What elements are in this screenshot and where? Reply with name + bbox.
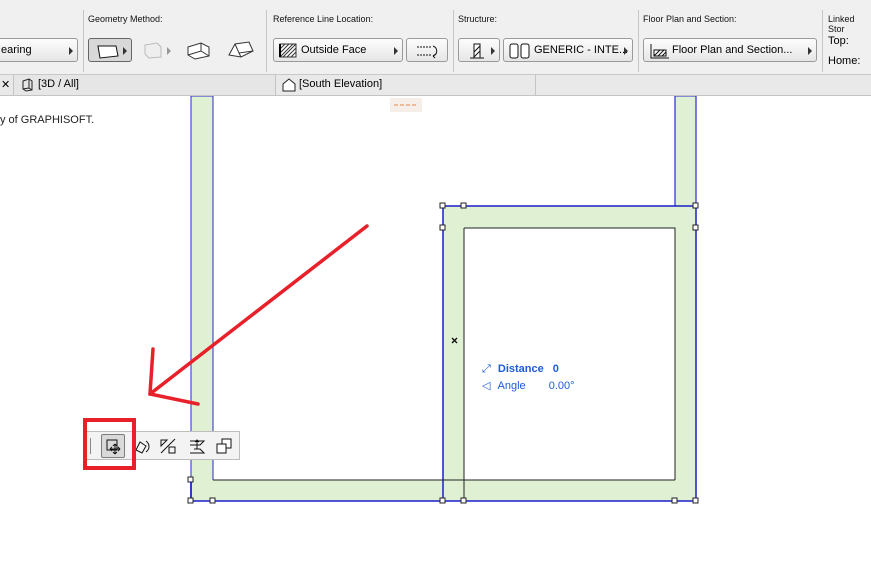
floor-plan-section-dropdown[interactable]: Floor Plan and Section... [643,38,817,62]
slanted-wall-icon[interactable] [225,39,257,61]
angle-icon: ◁ [482,380,491,392]
wall-top-selected [443,206,696,228]
close-icon[interactable]: ✕ [1,78,10,91]
distance-value: 0 [552,363,559,375]
wall-right-selected [675,206,696,501]
elevate-button[interactable] [184,434,208,458]
straight-wall-icon [97,45,119,59]
trapezoid-wall-icon[interactable] [140,39,168,61]
mirror-icon [160,438,176,454]
annotation-arrow [148,224,369,406]
geometry-straight-button[interactable] [88,38,132,62]
floor-plan-title: Floor Plan and Section: [643,14,737,24]
info-box: earing Geometry Method: Reference Line L… [0,8,871,75]
reference-line-value: Outside Face [301,44,367,56]
multiply-icon [216,438,232,454]
linked-home-label: Home: [828,55,861,67]
tab-3d-all[interactable]: [3D / All] [14,75,276,95]
flip-icon [417,45,438,59]
annotation-highlight-box [83,418,136,470]
linked-top-label: Top: [828,35,849,47]
top-toolbar-strip [0,0,871,8]
structure-dropdown[interactable]: GENERIC - INTE... [503,38,633,62]
floor-plan-value: Floor Plan and Section... [672,44,793,56]
separator [822,10,823,72]
structure-value: GENERIC - INTE... [534,44,629,56]
tab-label: [South Elevation] [299,78,383,90]
distance-label: Distance [497,363,544,375]
wall-inner-left-selected [443,206,464,501]
separator [638,10,639,72]
dropdown-arrow-icon [69,47,73,55]
dropdown-arrow-icon [123,47,127,55]
tracker-distance: ⤢ Distance 0 [482,363,559,376]
composite-icon [509,43,530,59]
dropdown-arrow-icon [491,47,495,55]
basic-structure-icon [470,43,484,59]
structure-type-button[interactable] [458,38,500,62]
flip-reference-line-button[interactable] [406,38,448,62]
multiply-button[interactable] [212,434,236,458]
separator [266,10,267,72]
drawing-canvas[interactable]: y of GRAPHISOFT. ⤢ Distance 0 ◁ Angle 0.… [0,96,871,575]
separator [453,10,454,72]
structure-title: Structure: [458,14,498,24]
tab-close[interactable]: ✕ [0,75,14,95]
separator [83,10,84,72]
distance-icon: ⤢ [482,363,491,375]
tab-label: [3D / All] [38,78,79,90]
3d-window-icon [22,78,33,92]
tab-bar: ✕ [3D / All] [South Elevation] [0,75,871,96]
tracker-angle: ◁ Angle 0.00° [482,379,575,392]
dropdown-arrow-icon [808,47,812,55]
floor-plan-drawing[interactable] [0,96,871,575]
mirror-button[interactable] [156,434,180,458]
reference-line-dropdown[interactable]: Outside Face [273,38,403,62]
elevation-icon [282,78,296,92]
geometry-method-title: Geometry Method: [88,14,163,24]
bearing-button[interactable]: earing [0,38,78,62]
reference-line-title: Reference Line Location: [273,14,374,24]
dropdown-arrow-icon [394,47,398,55]
elevate-icon [190,439,206,454]
tab-south-elevation[interactable]: [South Elevation] [276,75,536,95]
angle-label: Angle [497,380,526,392]
polygonal-wall-icon[interactable] [183,39,213,61]
outside-face-icon [279,43,297,58]
arrow-icon [167,47,171,55]
angle-value: 0.00° [548,380,575,392]
bearing-label: earing [1,44,32,56]
linked-stories-title: Linked Stor [828,14,855,34]
dropdown-arrow-icon [624,47,628,55]
wall-right-upper [674,96,697,207]
floor-plan-icon [650,44,669,59]
